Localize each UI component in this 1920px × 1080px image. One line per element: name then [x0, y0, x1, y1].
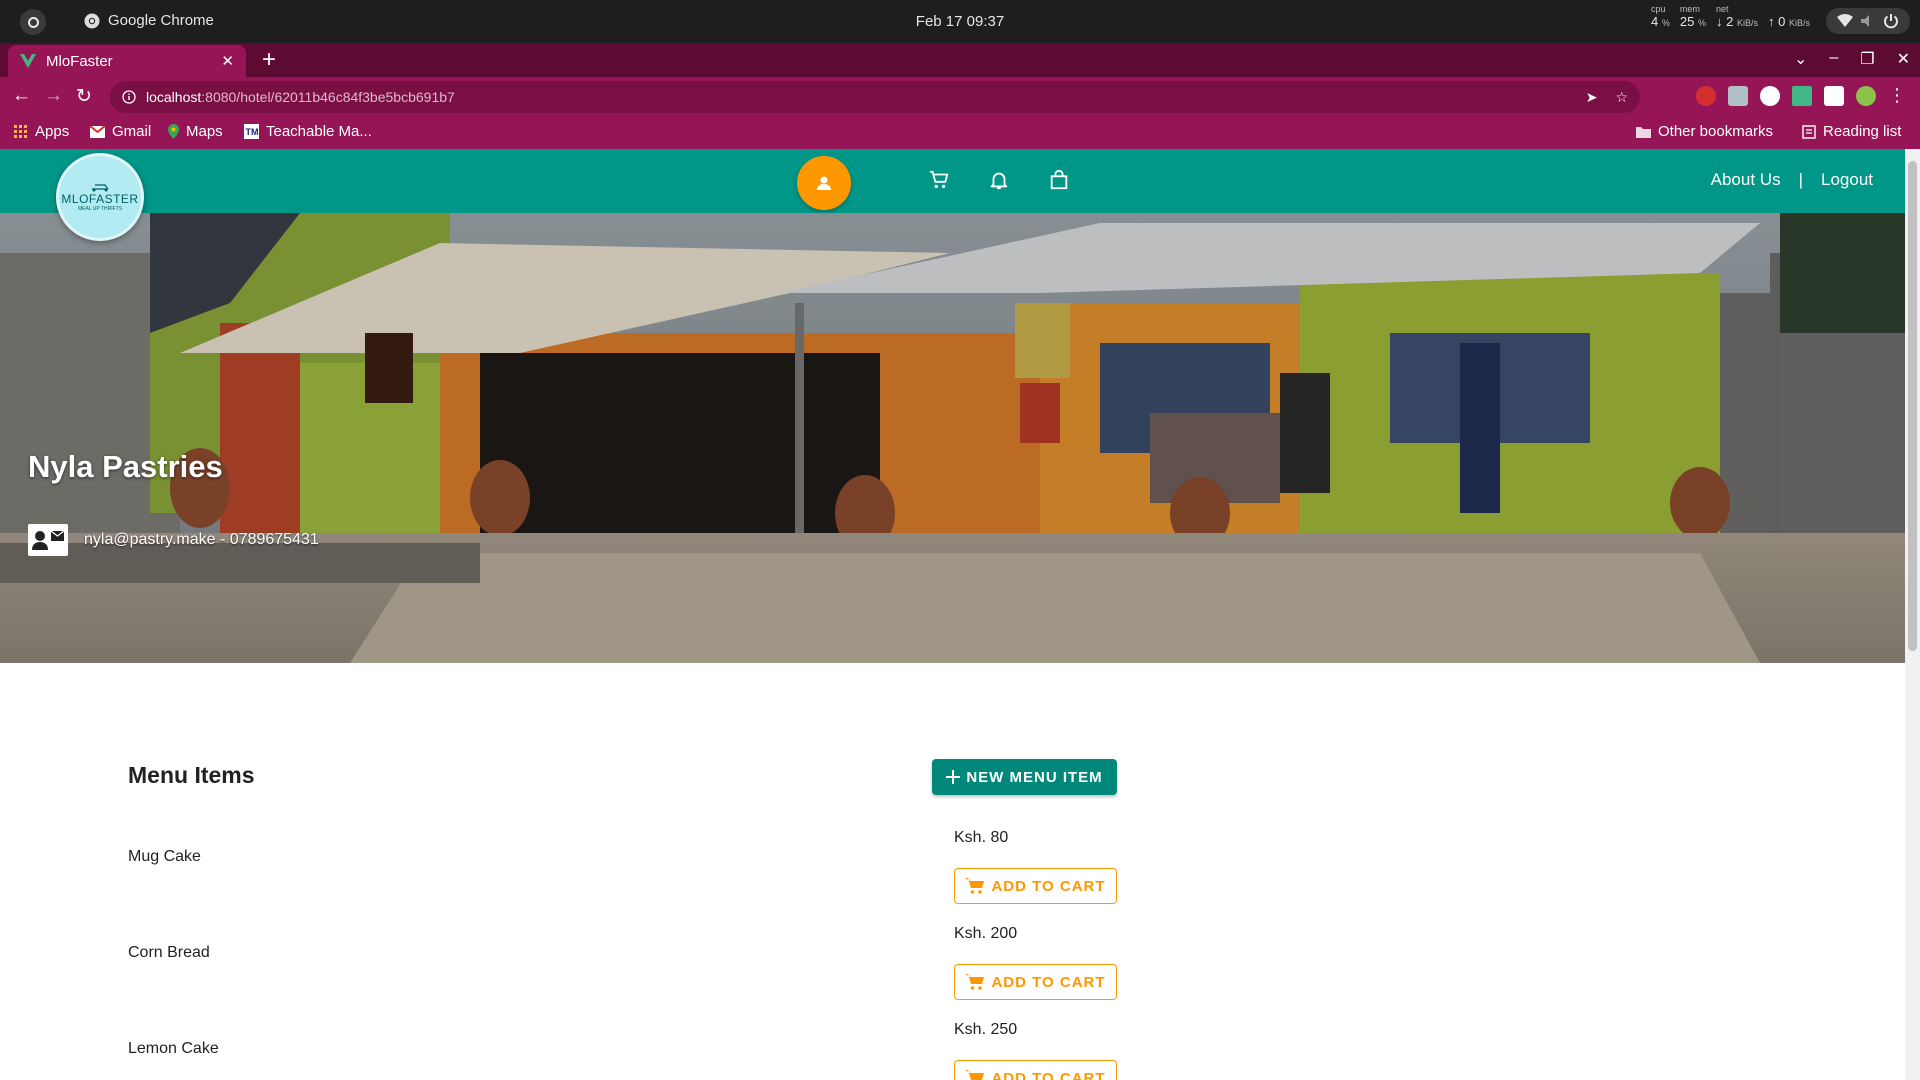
hotel-name: Nyla Pastries	[28, 449, 223, 484]
shopping-bag-icon[interactable]	[1048, 169, 1070, 191]
tab-title: MloFaster	[46, 52, 113, 70]
system-tray[interactable]	[1826, 8, 1910, 34]
back-icon[interactable]: ←	[12, 85, 31, 107]
contact-text: nyla@pastry.make - 0789675431	[84, 531, 319, 548]
tab-strip: MloFaster ✕ + ⌄ – ❐ ✕	[0, 43, 1920, 77]
user-icon	[817, 176, 831, 190]
window-controls: ⌄ – ❐ ✕	[1794, 49, 1910, 69]
add-to-cart-button[interactable]: ADD TO CART	[954, 868, 1117, 904]
extensions-puzzle-icon[interactable]	[1824, 85, 1844, 106]
profile-avatar[interactable]	[1856, 85, 1876, 106]
send-to-devices-icon[interactable]: ➤	[1586, 89, 1598, 106]
url-host: localhost	[146, 89, 202, 105]
notifications-bell-icon[interactable]	[988, 169, 1010, 191]
menu-item-name: Corn Bread	[128, 944, 210, 961]
bookmarks-bar: Apps Gmail Maps TM Teachable Ma... Other…	[0, 117, 1920, 149]
bookmark-star-icon[interactable]: ☆	[1615, 89, 1628, 106]
menu-item-price: Ksh. 80	[954, 829, 1009, 846]
scooter-logo-icon	[92, 184, 109, 192]
site-info-icon[interactable]	[122, 90, 136, 104]
cart-icon[interactable]	[928, 169, 950, 191]
vue-favicon-icon	[20, 54, 36, 68]
contact-card-icon	[28, 524, 68, 556]
address-bar[interactable]: localhost:8080/hotel/62011b46c84f3be5bcb…	[110, 81, 1640, 113]
tab-mlofaster[interactable]: MloFaster ✕	[8, 45, 246, 77]
page-viewport: About Us | Logout MLOFASTER MEAL UP THRI…	[0, 149, 1905, 1080]
mem-value: 25	[1679, 14, 1695, 29]
tab-search-icon[interactable]: ⌄	[1794, 49, 1807, 69]
clock[interactable]: Feb 17 09:37	[0, 13, 1920, 30]
vue-devtools-icon[interactable]	[1792, 85, 1812, 106]
add-to-cart-label: ADD TO CART	[991, 973, 1106, 991]
menu-item-name: Lemon Cake	[128, 1040, 219, 1057]
chrome-menu-icon[interactable]: ⋮	[1888, 85, 1906, 106]
add-to-cart-label: ADD TO CART	[991, 877, 1106, 895]
add-to-cart-button[interactable]: ADD TO CART	[954, 964, 1117, 1000]
page-scrollbar[interactable]	[1905, 149, 1920, 1080]
cart-icon	[965, 974, 985, 990]
logo-text: MLOFASTER	[61, 192, 139, 206]
reload-icon[interactable]: ↻	[76, 85, 92, 108]
extension-icon[interactable]	[1728, 85, 1748, 106]
maps-pin-icon	[168, 124, 179, 139]
cpu-value: 4	[1651, 14, 1659, 29]
hotel-hero-image: Nyla Pastries nyla@pastry.make - 0789675…	[0, 213, 1905, 663]
browser-toolbar: ← → ↻ localhost:8080/hotel/62011b46c84f3…	[0, 77, 1920, 117]
other-bookmarks[interactable]: Other bookmarks	[1636, 123, 1773, 140]
header-nav: About Us | Logout	[1711, 170, 1873, 190]
new-menu-item-label: NEW MENU ITEM	[966, 768, 1103, 786]
restaurant-photo	[0, 213, 1905, 663]
cart-icon	[965, 1070, 985, 1080]
add-to-cart-label: ADD TO CART	[991, 1069, 1106, 1080]
menu-section-title: Menu Items	[128, 762, 255, 788]
folder-icon	[1636, 126, 1651, 138]
add-to-cart-button[interactable]: ADD TO CART	[954, 1060, 1117, 1080]
bookmark-maps[interactable]: Maps	[168, 123, 223, 140]
teachable-icon: TM	[244, 124, 259, 139]
power-icon	[1883, 14, 1898, 29]
logout-link[interactable]: Logout	[1821, 170, 1873, 190]
net-up-value: 0	[1778, 14, 1786, 29]
close-tab-icon[interactable]: ✕	[221, 52, 234, 70]
new-menu-item-button[interactable]: NEW MENU ITEM	[932, 759, 1117, 795]
bookmark-teachable[interactable]: TM Teachable Ma...	[244, 123, 372, 140]
net-down-value: 2	[1726, 14, 1734, 29]
logo-subtext: MEAL UP THRIFTS	[77, 206, 123, 212]
user-avatar-button[interactable]	[797, 156, 851, 210]
extensions-area: ⋮	[1696, 85, 1906, 106]
reading-list-icon	[1802, 124, 1816, 139]
minimize-icon[interactable]: –	[1829, 49, 1838, 69]
menu-item-name: Mug Cake	[128, 848, 201, 865]
volume-icon	[1860, 15, 1869, 27]
svg-text:TM: TM	[246, 127, 259, 137]
app-bar: About Us | Logout	[0, 149, 1905, 213]
scrollbar-thumb[interactable]	[1908, 161, 1917, 651]
forward-icon[interactable]: →	[44, 85, 63, 107]
nav-separator: |	[1798, 170, 1803, 189]
adblock-extension-icon[interactable]	[1696, 85, 1716, 106]
close-window-icon[interactable]: ✕	[1897, 49, 1910, 69]
new-tab-button[interactable]: +	[262, 47, 276, 73]
os-top-bar: Google Chrome Feb 17 09:37 cpu 4 % mem 25 …	[0, 0, 1920, 43]
extension-icon[interactable]	[1760, 85, 1780, 106]
cart-icon	[965, 878, 985, 894]
about-us-link[interactable]: About Us	[1711, 170, 1781, 190]
gmail-icon	[90, 125, 105, 138]
plus-icon	[946, 770, 961, 784]
bookmark-gmail[interactable]: Gmail	[90, 123, 151, 140]
url-path: :8080/hotel/62011b46c84f3be5bcb691b7	[201, 89, 455, 105]
wifi-icon	[1837, 14, 1854, 27]
menu-item-price: Ksh. 200	[954, 925, 1018, 942]
hotel-contact: nyla@pastry.make - 0789675431	[28, 524, 319, 556]
reading-list[interactable]: Reading list	[1802, 123, 1901, 140]
bookmark-apps[interactable]: Apps	[14, 123, 69, 140]
maximize-icon[interactable]: ❐	[1860, 49, 1874, 69]
site-logo[interactable]: MLOFASTER MEAL UP THRIFTS	[56, 153, 144, 241]
menu-item-price: Ksh. 250	[954, 1021, 1018, 1038]
system-monitor: cpu 4 % mem 25 % net ↓ 2 KiB/s ↑ 0 KiB/s	[1651, 4, 1810, 29]
apps-grid-icon	[14, 124, 27, 138]
